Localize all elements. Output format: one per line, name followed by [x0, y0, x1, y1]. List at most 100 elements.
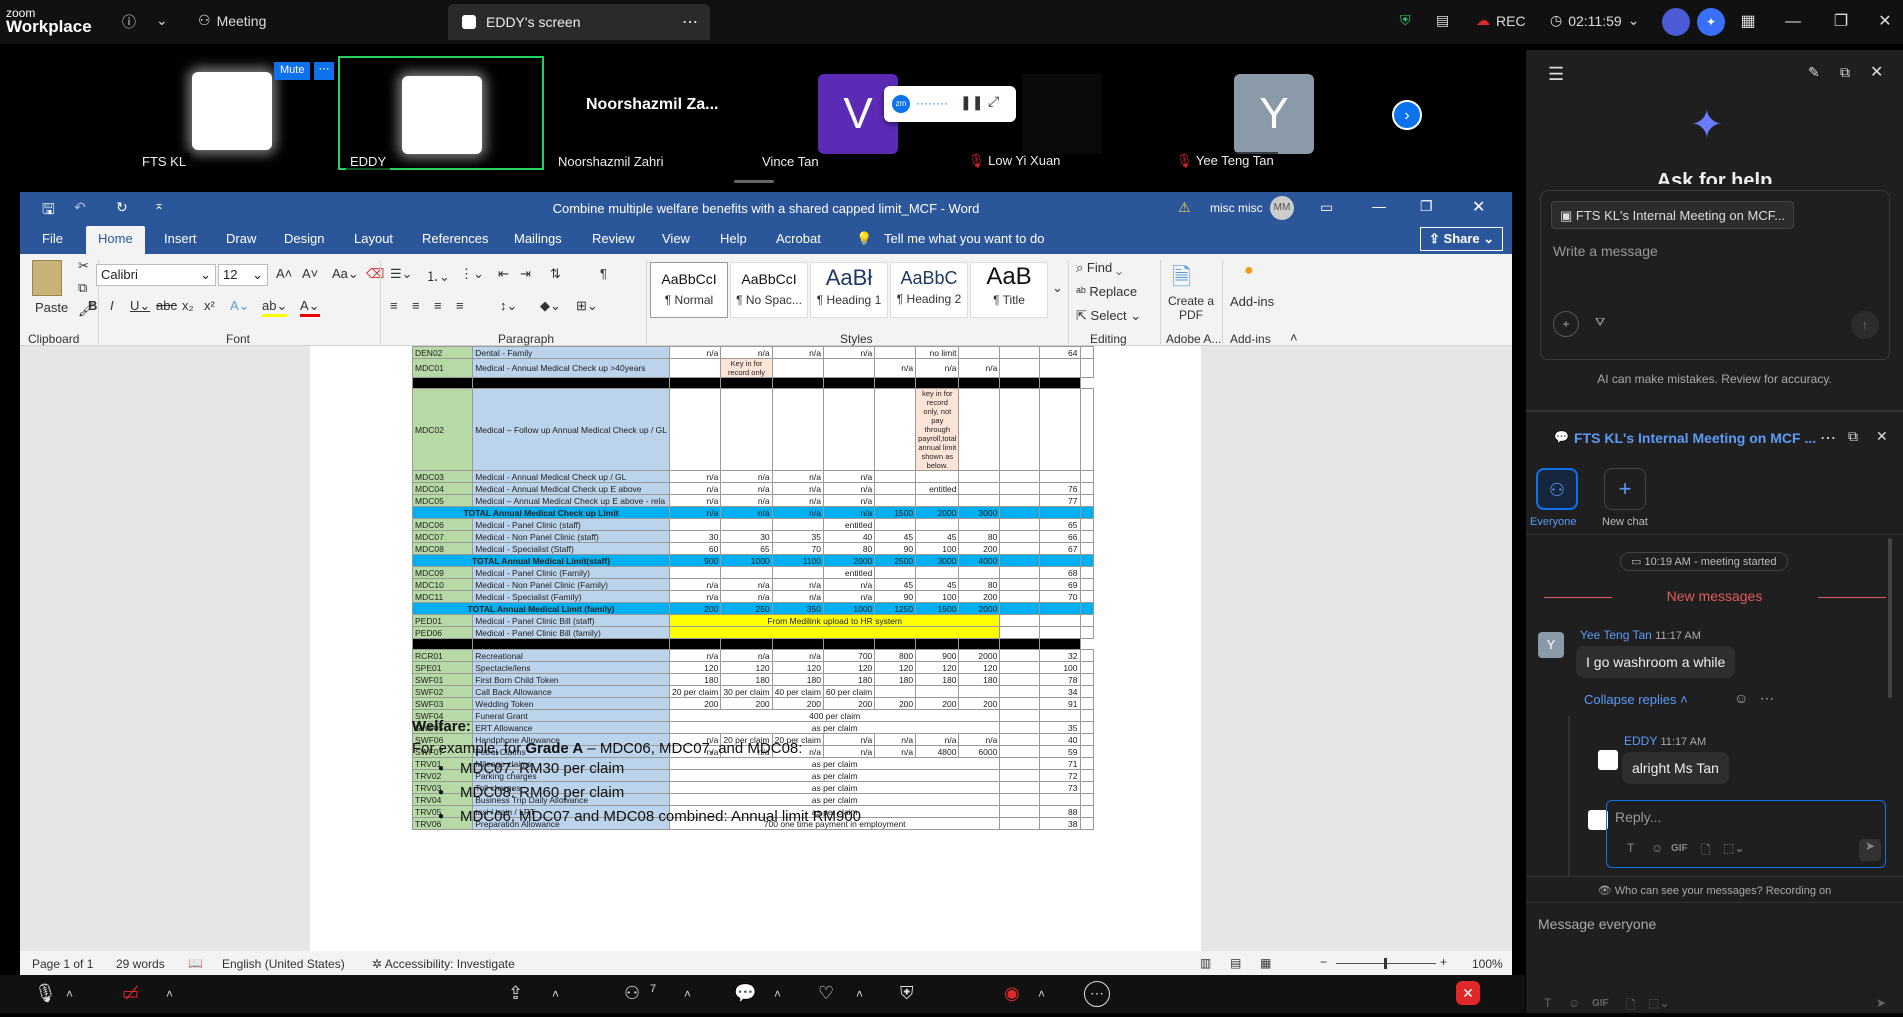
- align-center-icon[interactable]: ≡: [412, 298, 420, 313]
- decrease-indent-icon[interactable]: ⇤: [498, 266, 509, 282]
- new-chat-button[interactable]: +: [1604, 468, 1646, 510]
- restore-icon[interactable]: ❐: [1420, 198, 1433, 215]
- emoji-icon[interactable]: ☺: [1568, 996, 1580, 1010]
- align-right-icon[interactable]: ≡: [434, 298, 442, 313]
- format-text-icon[interactable]: T: [1627, 841, 1634, 855]
- collapse-ribbon-icon[interactable]: ˄: [1290, 330, 1298, 345]
- close-icon[interactable]: ✕: [1876, 428, 1888, 445]
- strip-resize-handle[interactable]: [734, 180, 774, 183]
- chevron-up-icon[interactable]: ˄: [774, 987, 781, 1001]
- send-icon[interactable]: ↑: [1851, 311, 1879, 339]
- format-text-icon[interactable]: T: [1544, 996, 1551, 1010]
- send-icon[interactable]: ➤: [1876, 996, 1886, 1010]
- zoom-slider-thumb[interactable]: [1384, 958, 1387, 969]
- accessibility-status[interactable]: ✲ Accessibility: Investigate: [372, 957, 515, 971]
- text-effects-icon[interactable]: A⌄: [230, 298, 250, 314]
- align-left-icon[interactable]: ≡: [390, 298, 398, 313]
- word-count[interactable]: 29 words: [116, 957, 165, 971]
- add-icon[interactable]: +: [1553, 311, 1579, 337]
- highlight-icon[interactable]: ab⌄: [262, 298, 288, 317]
- tab-references[interactable]: References: [422, 231, 488, 246]
- change-case-icon[interactable]: Aa⌄: [332, 266, 359, 282]
- emoji-icon[interactable]: ☺: [1734, 690, 1748, 706]
- edit-icon[interactable]: ✎: [1808, 64, 1820, 81]
- file-icon[interactable]: 🗋: [1701, 841, 1711, 862]
- filter-icon[interactable]: ⛛: [1595, 315, 1605, 330]
- more-icon[interactable]: ⋯: [1084, 981, 1110, 1007]
- style-normal[interactable]: AaBbCcI ¶ Normal: [650, 262, 728, 318]
- tab-review[interactable]: Review: [592, 231, 635, 246]
- addins-button[interactable]: Add-ins: [1230, 294, 1274, 309]
- line-spacing-icon[interactable]: ↕⌄: [500, 298, 517, 314]
- page-count[interactable]: Page 1 of 1: [32, 957, 93, 971]
- create-pdf-button[interactable]: Create a PDF: [1166, 294, 1216, 322]
- ai-context-chip[interactable]: ▣ FTS KL's Internal Meeting on MCF...: [1551, 201, 1795, 229]
- more-icon[interactable]: ⋯: [682, 12, 698, 32]
- video-off-icon[interactable]: ▭̸: [122, 983, 139, 1004]
- grow-font-icon[interactable]: A˄: [276, 266, 292, 281]
- increase-indent-icon[interactable]: ⇥: [520, 266, 531, 282]
- reply-input-box[interactable]: Reply... T ☺ GIF 🗋 ⬚⌄ ➤: [1606, 800, 1886, 868]
- share-button[interactable]: ⇪ Share ⌄: [1420, 227, 1504, 251]
- record-icon[interactable]: ◉: [1004, 983, 1020, 1004]
- chevron-up-icon[interactable]: ˄: [856, 987, 863, 1001]
- more-icon[interactable]: ⋯: [1760, 690, 1774, 707]
- zoom-level[interactable]: 100%: [1472, 957, 1503, 971]
- mute-button[interactable]: Mute: [274, 62, 311, 80]
- paste-icon[interactable]: [32, 260, 62, 296]
- participants-icon[interactable]: ⚇: [624, 983, 640, 1004]
- menu-icon[interactable]: ☰: [1548, 64, 1564, 85]
- screenshot-icon[interactable]: ⬚⌄: [1648, 996, 1669, 1010]
- superscript-icon[interactable]: x²: [204, 298, 215, 313]
- collapse-replies-button[interactable]: Collapse replies ˄: [1584, 692, 1688, 707]
- multilevel-list-icon[interactable]: ⋮⌄: [460, 266, 484, 282]
- cut-icon[interactable]: ✂: [78, 258, 89, 274]
- record-cloud-button[interactable]: ☁ REC: [1476, 12, 1526, 29]
- warning-icon[interactable]: ⚠: [1178, 199, 1191, 216]
- chevron-up-icon[interactable]: ˄: [552, 987, 559, 1001]
- close-icon[interactable]: ✕: [1472, 197, 1485, 217]
- font-name-box[interactable]: Calibri ⌄: [96, 264, 216, 286]
- pop-out-icon[interactable]: ⧉: [1840, 64, 1850, 81]
- chat-icon[interactable]: 💬: [734, 983, 756, 1004]
- ai-companion-icon[interactable]: [1662, 8, 1690, 36]
- shading-icon[interactable]: ◆⌄: [540, 298, 561, 314]
- reply-input[interactable]: Reply...: [1615, 809, 1661, 825]
- proofing-icon[interactable]: 📖: [188, 956, 203, 970]
- tab-acrobat[interactable]: Acrobat: [776, 231, 821, 246]
- message-input[interactable]: Message everyone: [1538, 916, 1656, 932]
- style-title[interactable]: AaB ¶ Title: [970, 262, 1048, 318]
- zoom-in-icon[interactable]: +: [1440, 955, 1447, 969]
- numbering-icon[interactable]: ⒈⌄: [426, 266, 450, 285]
- document-page[interactable]: DEN02 Dental - Family n/a n/a n/a n/a no limit…: [310, 346, 1201, 951]
- tab-design[interactable]: Design: [284, 231, 324, 246]
- participant-more-button[interactable]: ⋯: [314, 62, 334, 80]
- user-name[interactable]: misc misc: [1210, 201, 1263, 215]
- select-button[interactable]: ⇱ Select ⌄: [1076, 308, 1141, 324]
- subscript-icon[interactable]: x₂: [182, 298, 194, 313]
- style-no-spacing[interactable]: AaBbCcI ¶ No Spac...: [730, 262, 808, 318]
- strikethrough-icon[interactable]: abc: [156, 298, 177, 313]
- emoji-icon[interactable]: ☺: [1651, 841, 1663, 855]
- screenshot-icon[interactable]: ⬚⌄: [1723, 841, 1744, 855]
- meeting-tab[interactable]: ⚇ Meeting: [198, 12, 266, 29]
- share-screen-icon[interactable]: ⇪: [508, 983, 523, 1004]
- chevron-up-icon[interactable]: ˄: [1038, 987, 1045, 1001]
- notes-icon[interactable]: ▤: [1436, 12, 1449, 29]
- show-marks-icon[interactable]: ¶: [600, 266, 607, 281]
- participant-tile-eddy[interactable]: EDDY: [338, 56, 544, 170]
- tab-insert[interactable]: Insert: [164, 231, 197, 246]
- leave-icon[interactable]: ✕: [1456, 981, 1480, 1005]
- focus-mode-icon[interactable]: ▥: [1200, 956, 1211, 970]
- info-icon[interactable]: ⓘ: [122, 12, 136, 32]
- apps-icon[interactable]: ▦: [1733, 8, 1763, 36]
- font-size-box[interactable]: 12 ⌄: [218, 264, 268, 286]
- pop-out-icon[interactable]: ⧉: [1848, 428, 1858, 445]
- find-button[interactable]: ⌕ Find ⌄: [1076, 260, 1122, 276]
- language-indicator[interactable]: English (United States): [222, 957, 345, 971]
- participant-tile-noorshazmil[interactable]: Noorshazmil Za... Noorshazmil Zahri: [548, 54, 748, 170]
- chevron-up-icon[interactable]: ˄: [66, 987, 73, 1001]
- justify-icon[interactable]: ≡: [456, 298, 464, 313]
- close-icon[interactable]: ✕: [1870, 62, 1883, 82]
- chat-scrollbar[interactable]: [1888, 538, 1892, 698]
